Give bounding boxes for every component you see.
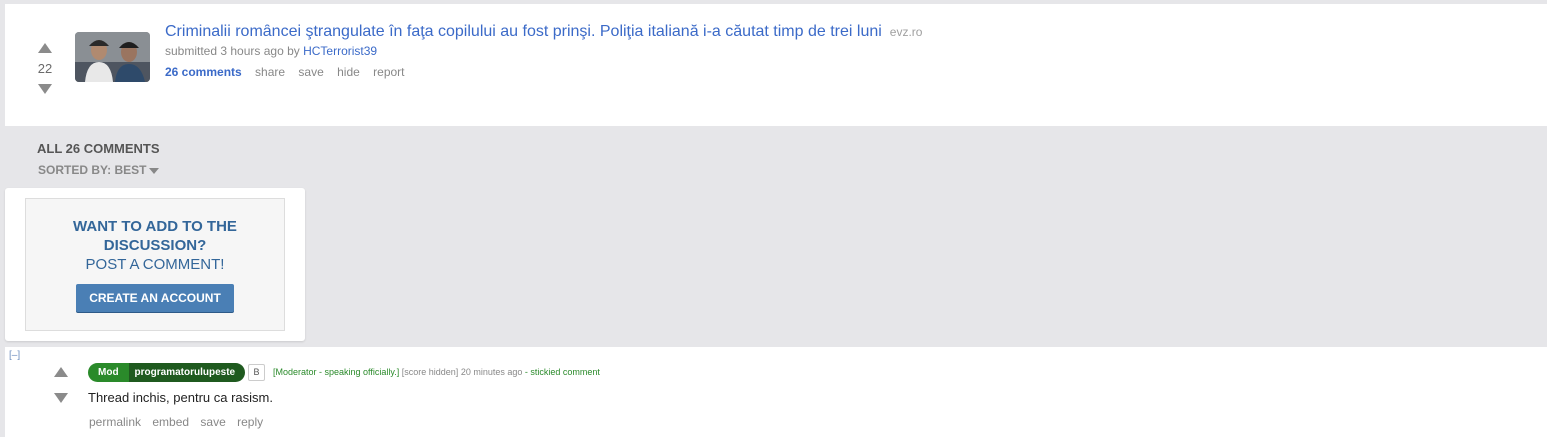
moderator-distinguish: [Moderator - speaking officially.]	[273, 367, 400, 377]
collapse-toggle[interactable]: [–]	[9, 350, 20, 361]
mod-author-tag: Mod programatorulupeste	[88, 363, 246, 382]
mod-label: Mod	[88, 363, 129, 382]
downvote-arrow-icon[interactable]	[38, 84, 52, 94]
signup-card: WANT TO ADD TO THE DISCUSSION? POST A CO…	[5, 188, 305, 341]
reply-button[interactable]: reply	[237, 415, 263, 429]
comment-body: Thread inchis, pentru ca rasism.	[88, 390, 273, 405]
submitted-text: submitted 3 hours ago by	[165, 44, 300, 58]
sort-label[interactable]: SORTED BY: BEST	[38, 163, 146, 177]
comment-author-link[interactable]: programatorulupeste	[128, 363, 246, 382]
comment-downvote-arrow-icon[interactable]	[54, 393, 68, 403]
signup-question: WANT TO ADD TO THE DISCUSSION?	[73, 218, 237, 254]
comment-meta: [Moderator - speaking officially.] [scor…	[273, 367, 600, 377]
post-entry: 22 Criminalii romȃncei ştrangulate în fa…	[5, 4, 1547, 126]
comment-upvote-arrow-icon[interactable]	[54, 367, 68, 377]
post-author-link[interactable]: HCTerrorist39	[303, 44, 377, 58]
post-title-text[interactable]: Criminalii romȃncei ştrangulate în faţa …	[165, 23, 882, 40]
comment-buttons: permalink embed save reply	[89, 415, 271, 429]
thumbnail-image	[75, 32, 150, 82]
chevron-down-icon[interactable]	[149, 167, 160, 174]
report-button[interactable]: report	[373, 65, 404, 79]
comment-save-button[interactable]: save	[200, 415, 225, 429]
post-thumbnail[interactable]	[75, 32, 150, 82]
embed-button[interactable]: embed	[152, 415, 189, 429]
signup-prompt: POST A COMMENT!	[85, 256, 225, 273]
user-badge: B	[248, 364, 265, 381]
post-score: 22	[37, 61, 53, 76]
permalink-button[interactable]: permalink	[89, 415, 141, 429]
save-button[interactable]: save	[298, 65, 323, 79]
post-buttons: 26 comments share save hide report	[165, 65, 415, 79]
comments-link[interactable]: 26 comments	[165, 65, 242, 79]
create-account-button[interactable]: CREATE AN ACCOUNT	[76, 284, 234, 312]
post-tagline: submitted 3 hours ago by HCTerrorist39	[165, 44, 377, 58]
sort-dropdown[interactable]: SORTED BY: BEST	[38, 163, 160, 177]
upvote-arrow-icon[interactable]	[38, 43, 52, 53]
signup-panel: WANT TO ADD TO THE DISCUSSION? POST A CO…	[25, 198, 285, 331]
post-title-link[interactable]: Criminalii romȃncei ştrangulate în faţa …	[165, 23, 922, 41]
stickied-label: - stickied comment	[524, 367, 600, 377]
comment-entry: [–] Mod programatorulupeste B [Moderator…	[5, 347, 1547, 437]
comments-heading: ALL 26 COMMENTS	[37, 141, 160, 156]
comment-time: 20 minutes ago	[460, 367, 523, 377]
hide-button[interactable]: hide	[337, 65, 360, 79]
share-button[interactable]: share	[255, 65, 285, 79]
post-domain[interactable]: evz.ro	[890, 25, 923, 39]
score-hidden: [score hidden]	[401, 367, 459, 377]
